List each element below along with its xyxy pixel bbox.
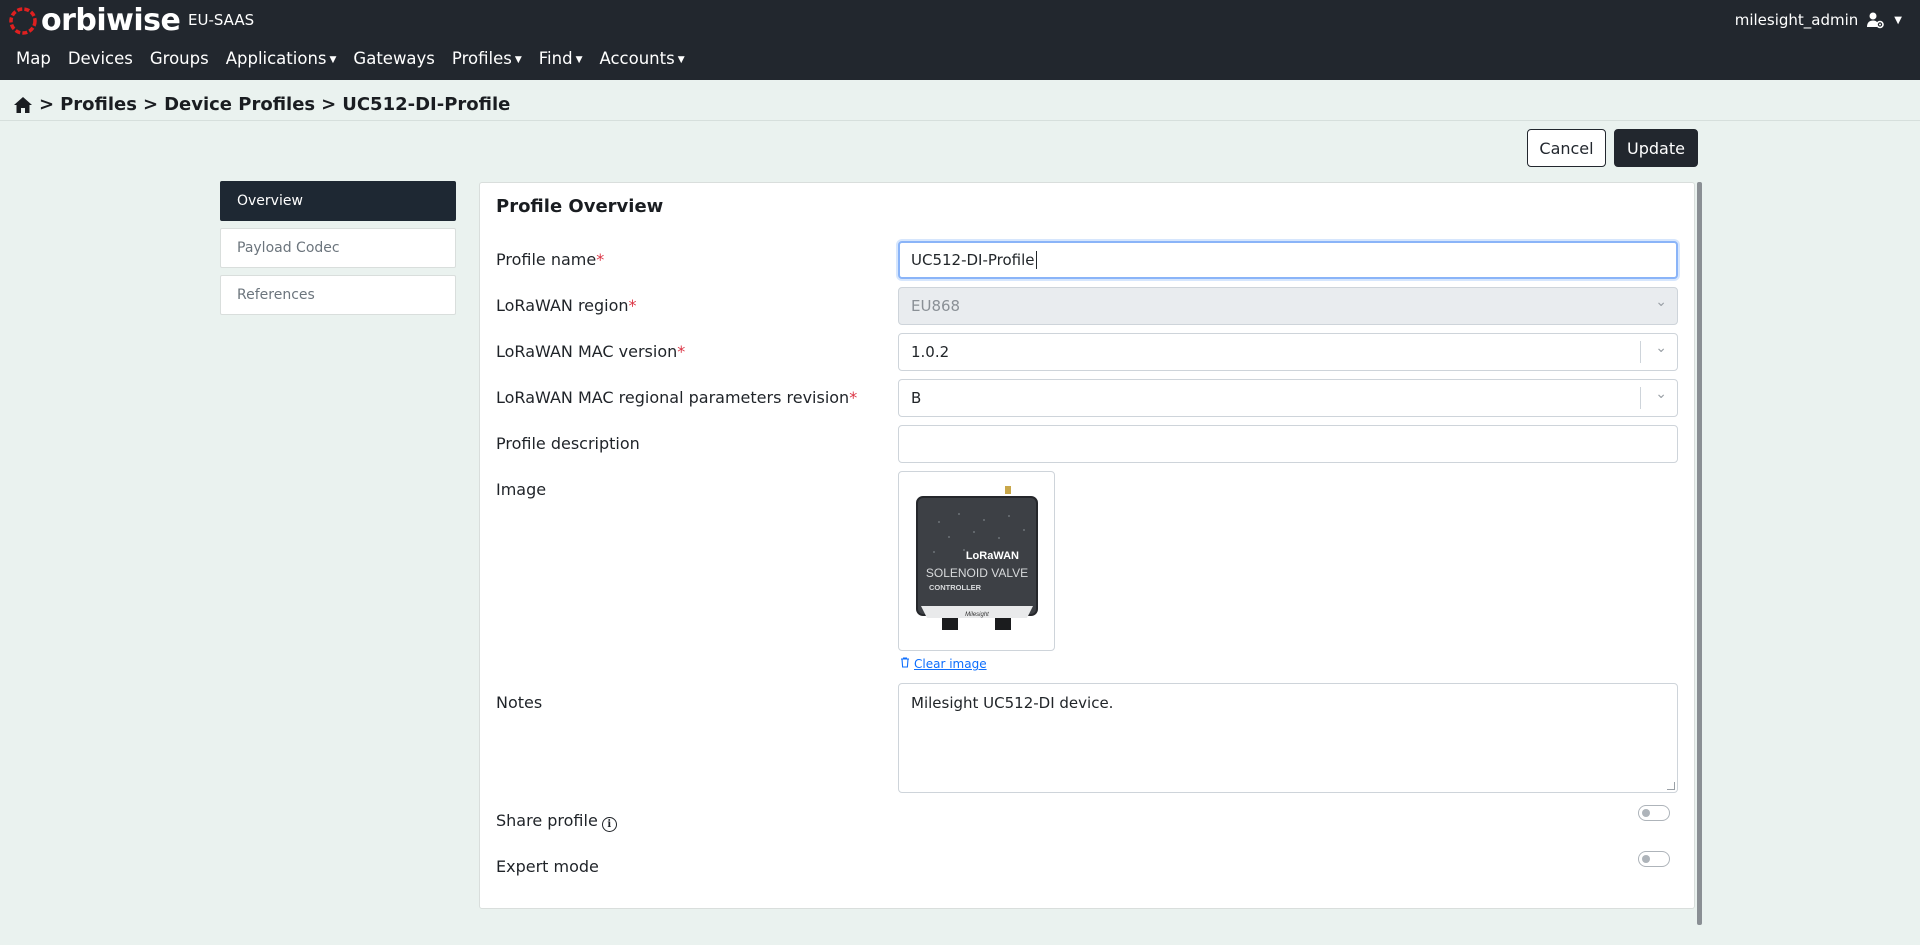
breadcrumb-separator: > — [39, 94, 55, 115]
lorawan-region-select: EU868 ⌄ — [898, 287, 1678, 325]
select-divider — [1640, 387, 1641, 409]
notes-label: Notes — [496, 693, 543, 712]
nav-profiles[interactable]: Profiles ▼ — [452, 49, 522, 68]
chevron-down-icon: ⌄ — [1655, 294, 1667, 310]
info-icon[interactable]: i — [601, 817, 617, 832]
chevron-down-icon: ▼ — [677, 55, 685, 65]
main-nav: Map Devices Groups Applications ▼ Gateways Pro… — [16, 49, 702, 68]
chevron-down-icon: ▼ — [329, 55, 337, 65]
user-gear-icon — [1866, 11, 1885, 29]
image-maker-text: Milesight — [965, 612, 989, 618]
clear-image-link[interactable]: Clear image — [900, 657, 987, 671]
chevron-down-icon: ⌄ — [1655, 386, 1667, 402]
mac-version-select[interactable]: 1.0.2 ⌄ — [898, 333, 1678, 371]
mac-version-label: LoRaWAN MAC version* — [496, 342, 686, 361]
chevron-down-icon: ▼ — [514, 55, 522, 65]
breadcrumb-profiles[interactable]: Profiles — [60, 94, 137, 115]
panel-title: Profile Overview — [496, 196, 664, 217]
lorawan-region-label: LoRaWAN region* — [496, 296, 637, 315]
tenant-label: EU-SAAS — [188, 11, 255, 29]
nav-map[interactable]: Map — [16, 49, 51, 68]
share-profile-label: Share profile i — [496, 811, 617, 832]
nav-find[interactable]: Find ▼ — [539, 49, 583, 68]
breadcrumb: > Profiles > Device Profiles > UC512-DI-… — [13, 94, 510, 115]
breadcrumb-current: UC512-DI-Profile — [342, 94, 511, 115]
resize-handle[interactable] — [1667, 782, 1675, 790]
expert-mode-label: Expert mode — [496, 857, 599, 876]
regional-revision-select[interactable]: B ⌄ — [898, 379, 1678, 417]
scrollbar[interactable] — [1697, 182, 1702, 925]
home-icon[interactable] — [13, 96, 33, 114]
breadcrumb-separator: > — [321, 94, 337, 115]
top-navbar: orbiwise EU-SAAS milesight_admin ▼ Map De… — [0, 0, 1920, 80]
user-menu[interactable]: milesight_admin ▼ — [1735, 11, 1902, 29]
profile-description-input[interactable] — [898, 425, 1678, 463]
device-image: LoRaWAN SOLENOID VALVE CONTROLLER Milesi… — [898, 471, 1055, 651]
profile-name-label: Profile name* — [496, 250, 605, 269]
nav-applications[interactable]: Applications ▼ — [226, 49, 337, 68]
share-profile-toggle[interactable] — [1638, 805, 1670, 821]
text-cursor — [1035, 251, 1037, 269]
nav-accounts[interactable]: Accounts ▼ — [599, 49, 684, 68]
logo-mark-icon — [8, 6, 38, 36]
trash-icon — [900, 657, 910, 671]
update-button[interactable]: Update — [1614, 129, 1698, 167]
nav-devices[interactable]: Devices — [68, 49, 133, 68]
tab-references[interactable]: References — [220, 275, 456, 315]
profile-name-input[interactable]: UC512-DI-Profile — [898, 241, 1678, 279]
expert-mode-toggle[interactable] — [1638, 851, 1670, 867]
username: milesight_admin — [1734, 11, 1859, 29]
regional-revision-label: LoRaWAN MAC regional parameters revision… — [496, 388, 858, 407]
cancel-button[interactable]: Cancel — [1527, 129, 1606, 167]
image-label: Image — [496, 480, 547, 499]
chevron-down-icon: ▼ — [1894, 14, 1902, 26]
profile-overview-panel: Profile Overview Profile name* UC512-DI-… — [479, 182, 1695, 909]
orbiwise-logo[interactable]: orbiwise — [8, 2, 181, 40]
tab-overview[interactable]: Overview — [220, 181, 456, 221]
divider — [0, 120, 1920, 121]
select-divider — [1640, 341, 1641, 363]
image-brand-text: LoRaWAN — [966, 550, 1019, 562]
chevron-down-icon: ⌄ — [1655, 340, 1667, 356]
nav-gateways[interactable]: Gateways — [353, 49, 435, 68]
breadcrumb-separator: > — [142, 94, 159, 115]
profile-description-label: Profile description — [496, 434, 640, 453]
logo-text: orbiwise — [41, 3, 181, 38]
nav-groups[interactable]: Groups — [150, 49, 209, 68]
tab-payload-codec[interactable]: Payload Codec — [220, 228, 456, 268]
notes-textarea[interactable]: Milesight UC512-DI device. — [898, 683, 1678, 793]
image-line2-text: CONTROLLER — [929, 583, 982, 592]
chevron-down-icon: ▼ — [575, 55, 583, 65]
image-line1-text: SOLENOID VALVE — [926, 566, 1028, 580]
breadcrumb-device-profiles[interactable]: Device Profiles — [164, 94, 315, 115]
